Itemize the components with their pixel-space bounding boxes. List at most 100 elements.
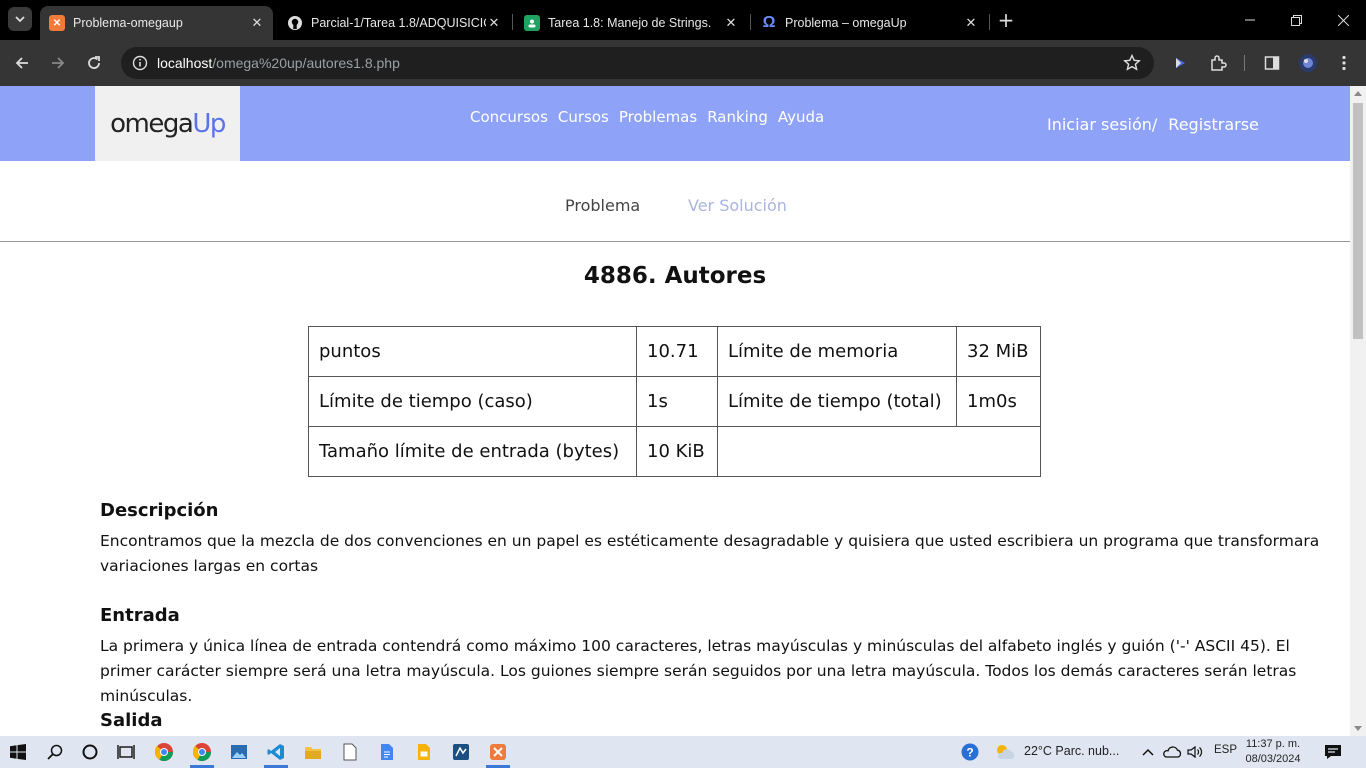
table-row: puntos 10.71 Límite de memoria 32 MiB — [308, 326, 1041, 377]
clock[interactable]: 11:37 p. m. 08/03/2024 — [1240, 737, 1306, 767]
nav-concursos[interactable]: Concursos — [470, 108, 548, 126]
table-cell: puntos — [308, 326, 637, 377]
menu-dots-icon[interactable] — [1333, 52, 1355, 74]
page-viewport: omega Up Concursos Cursos Problemas Ranki… — [0, 86, 1350, 736]
file-explorer-icon[interactable] — [301, 740, 325, 764]
side-panel-icon[interactable] — [1261, 52, 1283, 74]
table-cell: Límite de tiempo (total) — [717, 376, 957, 427]
site-header: omega Up Concursos Cursos Problemas Ranki… — [0, 86, 1350, 161]
blank-document-icon[interactable] — [338, 740, 362, 764]
input-section: Entrada La primera y única línea de entr… — [100, 605, 1345, 709]
table-cell: 10 KiB — [636, 426, 718, 477]
url-text[interactable]: localhost/omega%20up/autores1.8.php — [157, 55, 400, 71]
table-row: Límite de tiempo (caso) 1s Límite de tie… — [308, 376, 1041, 427]
back-button[interactable] — [10, 51, 34, 75]
weather-icon[interactable] — [993, 740, 1017, 764]
scroll-down-arrow[interactable] — [1354, 726, 1362, 731]
close-icon — [1337, 14, 1349, 26]
tab-search-button[interactable] — [8, 7, 32, 31]
arrow-right-icon — [52, 57, 65, 69]
search-icon[interactable] — [43, 740, 67, 764]
profile-avatar[interactable] — [1297, 52, 1319, 74]
tab-title: Problema – omegaUp — [785, 16, 907, 30]
mysql-workbench-icon[interactable] — [449, 740, 473, 764]
bookmark-star-icon[interactable] — [1122, 53, 1142, 73]
new-tab-button[interactable]: + — [995, 9, 1017, 31]
limits-table: puntos 10.71 Límite de memoria 32 MiB Lí… — [308, 326, 1041, 477]
description-text: Encontramos que la mezcla de dos convenc… — [100, 532, 1320, 575]
section-heading: Descripción — [100, 500, 219, 521]
slides-icon[interactable] — [412, 740, 436, 764]
minimize-icon — [1245, 19, 1255, 21]
tab-ver-solucion[interactable]: Ver Solución — [688, 196, 787, 215]
close-window-button[interactable] — [1320, 0, 1366, 40]
chrome-icon[interactable] — [152, 740, 176, 764]
register-link[interactable]: Registrarse — [1168, 115, 1259, 134]
scroll-up-arrow[interactable] — [1354, 91, 1362, 96]
svg-text:?: ? — [966, 746, 973, 760]
table-cell-empty — [717, 426, 1041, 477]
problem-title: 4886. Autores — [583, 263, 767, 289]
omegaup-logo[interactable]: omega Up — [95, 86, 240, 161]
description-section: Descripción Encontramos que la mezcla de… — [100, 500, 1345, 579]
tab-github[interactable]: Parcial-1/Tarea 1.8/ADQUISICIÓ ✕ — [278, 6, 510, 40]
table-cell: 1s — [636, 376, 718, 427]
docs-icon[interactable] — [375, 740, 399, 764]
close-tab-icon[interactable]: ✕ — [723, 15, 739, 31]
browser-toolbar: localhost/omega%20up/autores1.8.php — [0, 40, 1366, 86]
tab-problema-omegaup[interactable]: ✕ Problema-omegaup ✕ — [40, 6, 273, 40]
auth-links: Iniciar sesión/ Registrarse — [1047, 115, 1259, 134]
restore-button[interactable] — [1273, 0, 1319, 40]
photos-icon[interactable] — [227, 740, 251, 764]
help-icon[interactable]: ? — [958, 740, 982, 764]
section-heading: Entrada — [100, 605, 180, 626]
language-indicator[interactable]: ESP — [1214, 744, 1237, 756]
chrome-active-icon[interactable] — [190, 740, 214, 764]
vscode-icon[interactable] — [264, 740, 288, 764]
nav-ranking[interactable]: Ranking — [707, 108, 768, 126]
table-cell: Tamaño límite de entrada (bytes) — [308, 426, 637, 477]
notifications-icon[interactable] — [1321, 740, 1345, 764]
windows-start-icon[interactable] — [6, 740, 30, 764]
nav-problemas[interactable]: Problemas — [619, 108, 697, 126]
tab-omegaup[interactable]: Ω Problema – omegaUp ✕ — [752, 6, 987, 40]
tab-divider — [512, 14, 513, 30]
address-bar[interactable]: localhost/omega%20up/autores1.8.php — [121, 47, 1154, 79]
chevron-up-icon[interactable] — [1136, 740, 1160, 764]
close-tab-icon[interactable]: ✕ — [249, 15, 265, 31]
restore-icon — [1290, 14, 1302, 26]
page-scrollbar[interactable] — [1350, 86, 1366, 736]
login-link[interactable]: Iniciar sesión/ — [1047, 115, 1157, 134]
extension-play-icon[interactable] — [1169, 52, 1191, 74]
table-cell: Límite de memoria — [717, 326, 957, 377]
xampp-icon[interactable] — [486, 740, 510, 764]
extensions-puzzle-icon[interactable] — [1207, 52, 1229, 74]
onedrive-cloud-icon[interactable] — [1160, 740, 1184, 764]
table-cell: 1m0s — [956, 376, 1041, 427]
close-tab-icon[interactable]: ✕ — [963, 15, 979, 31]
scroll-thumb[interactable] — [1353, 103, 1363, 339]
nav-cursos[interactable]: Cursos — [558, 108, 609, 126]
clock-time: 11:37 p. m. — [1245, 738, 1301, 750]
close-tab-icon[interactable]: ✕ — [486, 15, 502, 31]
nav-ayuda[interactable]: Ayuda — [778, 108, 824, 126]
weather-text[interactable]: 22°C Parc. nub... — [1024, 744, 1119, 758]
info-icon[interactable] — [132, 55, 148, 71]
tab-classroom[interactable]: Tarea 1.8: Manejo de Strings. ✕ — [515, 6, 747, 40]
tab-title: Problema-omegaup — [73, 16, 183, 30]
cortana-icon[interactable] — [78, 740, 102, 764]
windows-taskbar: ? 22°C Parc. nub... ESP 11:37 p. m. 08/0… — [0, 736, 1366, 768]
tab-divider — [750, 14, 751, 30]
speaker-icon[interactable] — [1183, 740, 1207, 764]
reload-icon — [88, 56, 100, 69]
minimize-button[interactable] — [1227, 0, 1273, 40]
reload-button[interactable] — [82, 51, 106, 75]
chevron-down-icon — [15, 16, 25, 23]
forward-button[interactable] — [46, 51, 70, 75]
task-view-icon[interactable] — [114, 740, 138, 764]
clock-date: 08/03/2024 — [1245, 753, 1301, 765]
logo-text-accent: Up — [192, 108, 226, 139]
problem-subtabs: Problema Ver Solución — [0, 161, 1350, 242]
tab-problema[interactable]: Problema — [565, 196, 640, 215]
arrow-left-icon — [15, 57, 28, 69]
